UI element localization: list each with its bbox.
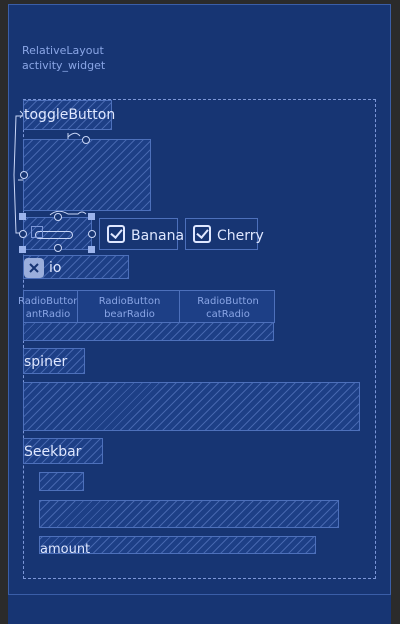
radio-cat-id: catRadio <box>206 309 250 320</box>
radio-cat-type: RadioButton <box>197 296 259 307</box>
radio-group[interactable]: RadioButton antRadio RadioButton bearRad… <box>18 290 275 341</box>
resize-handle-top-right[interactable] <box>88 213 95 220</box>
checkbox-cherry-box[interactable] <box>193 225 211 243</box>
radio-ant[interactable]: RadioButton antRadio <box>18 290 80 323</box>
checkbox-cherry-label: Cherry <box>217 228 264 244</box>
radio-bear-type: RadioButton <box>98 296 161 307</box>
seekbar-label: Seekbar <box>24 444 82 460</box>
seekbar-label-widget: Seekbar <box>23 438 103 464</box>
radio-ant-id: antRadio <box>25 309 71 320</box>
checkbox-banana-label: Banana <box>131 228 185 244</box>
resize-handle-bottom-left[interactable] <box>19 246 26 253</box>
blueprint-canvas: RelativeLayout activity_widget toggleBut… <box>0 0 400 624</box>
io-label: io <box>49 260 62 276</box>
toggle-button[interactable]: toggleButton <box>23 100 116 130</box>
radio-bear[interactable]: RadioButton bearRadio <box>77 290 180 323</box>
device-bottom <box>8 595 391 624</box>
anchor-left[interactable] <box>19 230 27 238</box>
close-x-icon <box>24 258 44 278</box>
checkbox-banana-box[interactable] <box>107 225 125 243</box>
radio-cat[interactable]: RadioButton catRadio <box>179 290 275 323</box>
anchor-top-image[interactable] <box>82 136 90 144</box>
resize-handle-bottom-right[interactable] <box>88 246 95 253</box>
spinner-label-widget: spiner <box>23 348 85 374</box>
anchor-top[interactable] <box>54 213 62 221</box>
checkbox-banana[interactable]: Banana <box>99 218 184 250</box>
image-widget[interactable] <box>23 139 151 211</box>
radio-bear-id: bearRadio <box>104 309 155 320</box>
spinner-label: spiner <box>24 354 68 370</box>
seekbar-value-box[interactable] <box>39 472 84 491</box>
radio-ant-type: RadioButton <box>18 296 80 307</box>
amount-field[interactable]: amount <box>39 536 316 554</box>
anchor-bottom[interactable] <box>54 244 62 252</box>
io-widget[interactable]: io <box>23 255 129 279</box>
anchor-left-image[interactable] <box>20 171 28 179</box>
seekbar[interactable] <box>39 500 339 528</box>
switch-thumb <box>31 226 43 238</box>
checkbox-cherry[interactable]: Cherry <box>185 218 264 250</box>
amount-label: amount <box>40 542 91 554</box>
anchor-right[interactable] <box>88 230 96 238</box>
resize-handle-top-left[interactable] <box>19 213 26 220</box>
toggle-button-label: toggleButton <box>24 107 116 123</box>
spinner[interactable] <box>23 382 360 431</box>
